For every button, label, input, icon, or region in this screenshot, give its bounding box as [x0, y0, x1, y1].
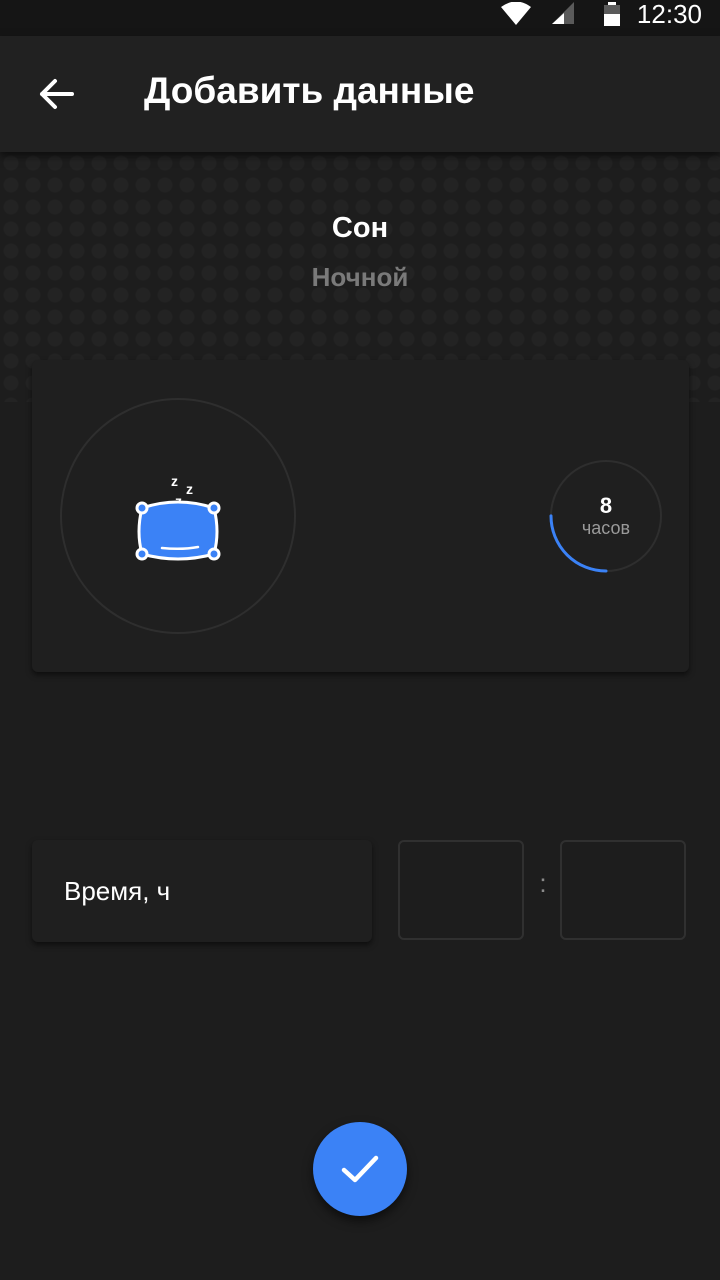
status-bar: 12:30: [0, 0, 720, 36]
activity-name: Сон: [331, 212, 389, 244]
activity-card: z z z 8 часов: [32, 360, 689, 672]
cell-signal-icon: [552, 2, 574, 24]
screen: 12:30 Добавить данные Сон Ночной z z z: [0, 0, 720, 1280]
status-clock: 12:30: [636, 0, 702, 29]
svg-text:z: z: [186, 481, 193, 497]
check-icon: [341, 1155, 379, 1183]
pillow-sleep-icon: z z z: [135, 473, 221, 561]
wifi-icon: [501, 2, 531, 25]
arrow-back-icon: [40, 79, 74, 109]
time-label-box: Время, ч: [32, 840, 372, 942]
goal-unit: часов: [581, 518, 631, 538]
time-separator: :: [539, 868, 547, 898]
confirm-button[interactable]: [313, 1122, 407, 1216]
svg-text:z: z: [171, 473, 178, 489]
activity-icon-circle: z z z: [60, 398, 296, 634]
battery-icon: [604, 2, 620, 26]
activity-subtitle: Ночной: [311, 262, 409, 292]
goal-value: 8: [599, 493, 613, 518]
app-bar: Добавить данные: [0, 36, 720, 152]
hours-input[interactable]: [398, 840, 524, 940]
back-button[interactable]: [24, 64, 88, 124]
minutes-input[interactable]: [560, 840, 686, 940]
page-title: Добавить данные: [144, 70, 475, 111]
time-label: Время, ч: [64, 876, 171, 906]
